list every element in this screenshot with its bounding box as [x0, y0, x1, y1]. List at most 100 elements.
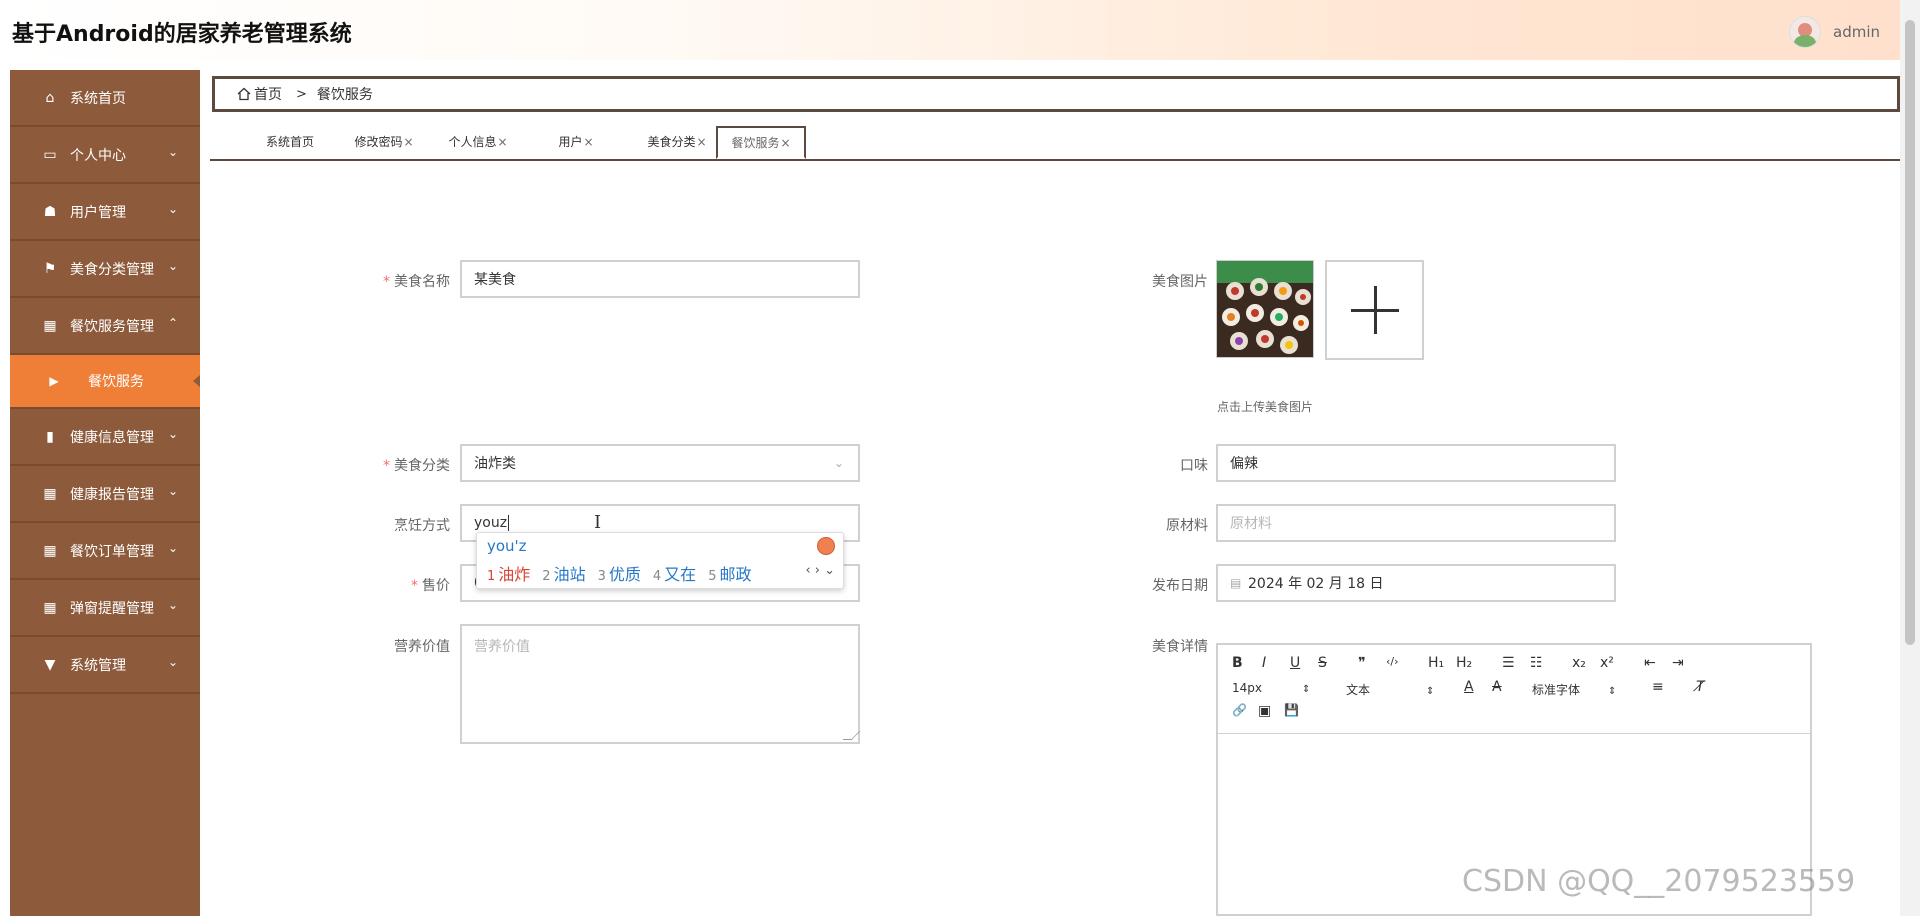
font-size-select[interactable]: 14px ⇕	[1232, 681, 1310, 695]
top-header: 基于Android的居家养老管理系统 admin	[0, 0, 1900, 60]
scrollbar-thumb[interactable]	[1905, 20, 1915, 645]
chevron-down-icon: ⌄	[167, 541, 178, 555]
user-menu[interactable]: admin	[1789, 16, 1880, 48]
link-icon[interactable]: 🔗	[1232, 703, 1247, 717]
category-select[interactable]: 油炸类 ⌄	[460, 444, 860, 482]
sidebar-item-label: 餐饮服务管理	[70, 318, 154, 335]
h2-button[interactable]: H₂	[1456, 655, 1472, 671]
underline-button[interactable]: U	[1290, 655, 1300, 671]
ime-candidate[interactable]: 3 优质	[598, 561, 641, 585]
category-value: 油炸类	[474, 456, 516, 472]
close-icon[interactable]: ×	[583, 135, 593, 149]
publish-date-input[interactable]: ▤ 2024 年 02 月 18 日	[1216, 564, 1616, 602]
strike-button[interactable]: S	[1318, 655, 1327, 671]
ime-candidate[interactable]: 2 油站	[542, 561, 585, 585]
sidebar-item-label: 用户管理	[70, 204, 126, 221]
tab-system-home[interactable]: 系统首页	[250, 126, 330, 157]
chevron-down-icon: ⌄	[167, 655, 178, 669]
nutrition-textarea[interactable]: 营养价值	[460, 624, 861, 744]
page-scrollbar[interactable]	[1900, 0, 1920, 916]
indent-icon[interactable]: ⇥	[1672, 655, 1684, 671]
sidebar-item-catering-management[interactable]: ▦ 餐饮服务管理 ⌃	[10, 298, 200, 355]
font-family-select[interactable]: 标准字体 ⇕	[1532, 681, 1616, 698]
bold-button[interactable]: B	[1232, 655, 1243, 671]
food-name-label: * 美食名称	[383, 274, 450, 290]
tab-personal-info[interactable]: 个人信息 ×	[438, 126, 518, 157]
tab-change-password[interactable]: 修改密码 ×	[344, 126, 424, 157]
ime-candidate[interactable]: 4 又在	[653, 561, 696, 585]
food-image-thumbnail[interactable]	[1216, 260, 1314, 358]
tab-label: 修改密码	[354, 135, 403, 149]
apps-icon: ▦	[43, 542, 57, 559]
tab-label: 美食分类	[647, 135, 696, 149]
ime-candidates: 1 油炸 2 油站 3 优质 4 又在 5 邮政	[487, 561, 751, 585]
plus-icon	[1374, 286, 1377, 334]
sidebar-item-health-report[interactable]: ▦ 健康报告管理 ⌄	[10, 466, 200, 523]
resize-handle-icon[interactable]	[842, 731, 861, 740]
tab-label: 用户	[558, 135, 583, 149]
font-color-button[interactable]: A	[1464, 679, 1474, 695]
tab-users[interactable]: 用户 ×	[536, 126, 616, 157]
chevron-down-icon: ⌄	[167, 484, 178, 498]
sidebar-item-home[interactable]: ⌂ 系统首页	[10, 70, 200, 127]
breadcrumb-home[interactable]: 首页	[237, 84, 282, 104]
breadcrumb-home-label[interactable]: 首页	[254, 84, 282, 104]
ingredients-input[interactable]: 原材料	[1216, 504, 1616, 542]
tab-catering-service[interactable]: 餐饮服务 ×	[716, 126, 806, 159]
watermark: CSDN @QQ__2079523559	[1462, 864, 1856, 899]
id-card-icon: ▭	[43, 146, 57, 163]
breadcrumb-current: 餐饮服务	[316, 87, 373, 103]
nutrition-label: 营养价值	[394, 639, 450, 655]
video-icon[interactable]: 💾	[1284, 703, 1299, 717]
price-label: * 售价	[411, 578, 450, 594]
italic-button[interactable]: I	[1262, 655, 1266, 671]
close-icon[interactable]: ×	[497, 135, 507, 149]
cooking-method-value: youz	[474, 515, 508, 531]
sign-icon: ▼	[44, 656, 56, 673]
paragraph-select[interactable]: 文本 ⇕	[1346, 681, 1434, 698]
avatar[interactable]	[1789, 16, 1821, 48]
sidebar-item-personal-center[interactable]: ▭ 个人中心 ⌄	[10, 127, 200, 184]
ime-candidate[interactable]: 5 邮政	[708, 561, 751, 585]
sidebar-item-health-info[interactable]: ▮ 健康信息管理 ⌄	[10, 409, 200, 466]
required-mark: *	[383, 274, 390, 290]
ime-candidate[interactable]: 1 油炸	[487, 561, 530, 585]
h1-button[interactable]: H₁	[1428, 655, 1444, 671]
taste-input[interactable]: 偏辣	[1216, 444, 1616, 482]
ordered-list-icon[interactable]: ☰	[1502, 655, 1515, 671]
chevron-down-icon: ⌄	[167, 427, 178, 441]
sidebar-item-popup-reminders[interactable]: ▦ 弹窗提醒管理 ⌄	[10, 580, 200, 637]
superscript-button[interactable]: x²	[1600, 655, 1614, 671]
tab-food-category[interactable]: 美食分类 ×	[630, 126, 724, 157]
subscript-button[interactable]: x₂	[1572, 655, 1586, 671]
bullet-list-icon[interactable]: ☷	[1530, 655, 1543, 671]
updown-icon: ⇕	[1426, 686, 1435, 697]
sidebar-item-user-management[interactable]: ☗ 用户管理 ⌄	[10, 184, 200, 241]
publish-date-label: 发布日期	[1152, 578, 1208, 594]
close-icon[interactable]: ×	[780, 136, 790, 150]
updown-icon: ⇕	[1302, 684, 1311, 695]
close-icon[interactable]: ×	[696, 135, 706, 149]
image-upload-button[interactable]	[1325, 260, 1424, 360]
food-name-input[interactable]: 某美食	[460, 260, 860, 298]
sidebar-item-catering-orders[interactable]: ▦ 餐饮订单管理 ⌄	[10, 523, 200, 580]
ime-page-nav[interactable]: ‹ › ⌄	[805, 563, 835, 578]
sidebar-item-system-management[interactable]: ▼ 系统管理 ⌄	[10, 637, 200, 694]
close-icon[interactable]: ×	[403, 135, 413, 149]
clear-format-icon[interactable]: T̸	[1696, 679, 1705, 695]
username[interactable]: admin	[1833, 23, 1880, 41]
sidebar-item-label: 健康报告管理	[70, 486, 154, 503]
image-icon[interactable]: ▣	[1258, 703, 1271, 719]
text-caret	[508, 515, 510, 531]
ingredients-label: 原材料	[1166, 518, 1208, 534]
sidebar-item-food-category[interactable]: ⚑ 美食分类管理 ⌄	[10, 241, 200, 298]
active-indicator-icon	[193, 375, 200, 387]
quote-button[interactable]: ❞	[1358, 655, 1366, 671]
taste-label: 口味	[1180, 458, 1208, 474]
code-button[interactable]: ‹/›	[1386, 655, 1399, 668]
outdent-icon[interactable]: ⇤	[1644, 655, 1656, 671]
background-color-button[interactable]: A	[1492, 679, 1502, 695]
sidebar: ⌂ 系统首页 ▭ 个人中心 ⌄ ☗ 用户管理 ⌄ ⚑ 美食分类管理 ⌄ ▦ 餐饮…	[10, 70, 200, 916]
sidebar-item-catering-service[interactable]: ▶ 餐饮服务	[10, 355, 200, 409]
align-icon[interactable]: ≡	[1652, 679, 1664, 695]
